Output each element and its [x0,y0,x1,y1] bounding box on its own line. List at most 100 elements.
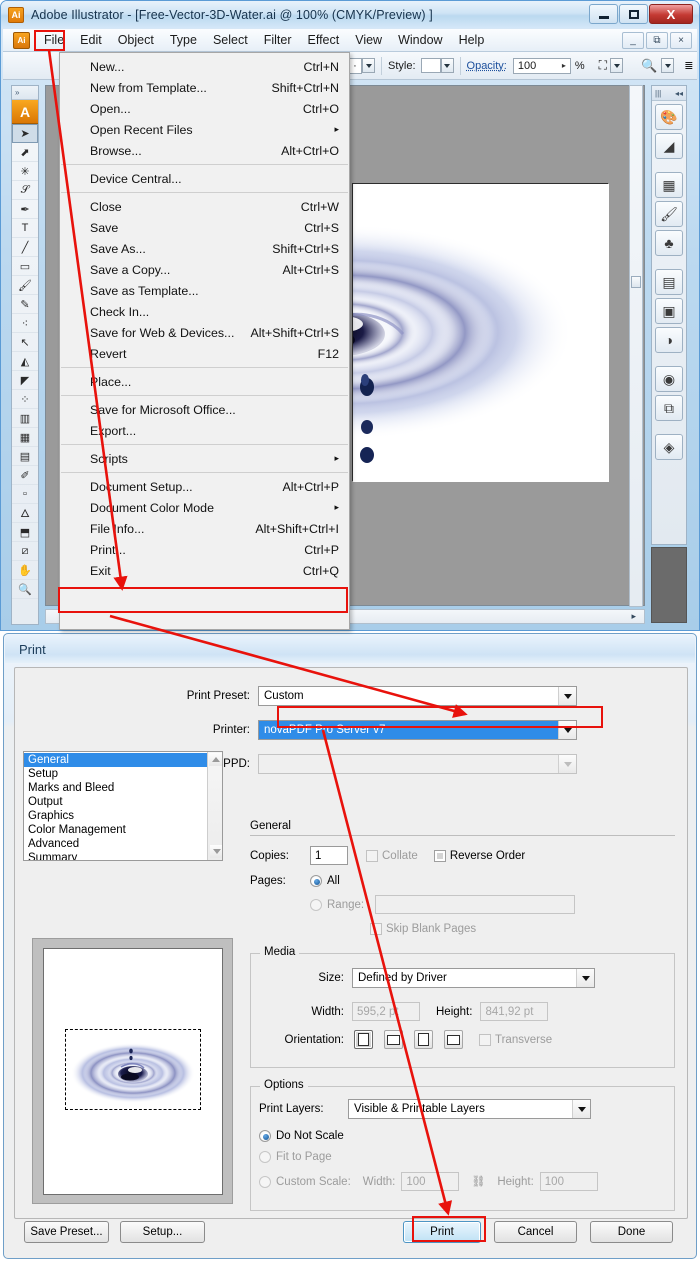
orientation-portrait-button[interactable] [354,1030,373,1049]
file-menu-item[interactable]: Save Ctrl+S [60,217,349,238]
menu-object[interactable]: Object [110,31,162,49]
media-width-input[interactable]: 595,2 pt [352,1002,420,1021]
print-category-item[interactable]: Setup [24,767,222,781]
print-category-item[interactable]: Advanced [24,837,222,851]
printer-combo[interactable]: novaPDF Pro Server v7 [258,720,577,740]
file-menu-item[interactable]: File Info... Alt+Shift+Ctrl+I [60,518,349,539]
print-layers-combo[interactable]: Visible & Printable Layers [348,1099,591,1119]
tool-magic-wand[interactable]: ✳ [12,162,38,181]
canvas-vertical-scrollbar[interactable] [629,85,643,607]
file-menu-item[interactable]: New... Ctrl+N [60,56,349,77]
panel-collapse-icon[interactable]: ◂◂ [675,89,683,98]
opacity-input[interactable]: 100 ▸ [512,57,571,74]
media-size-combo[interactable]: Defined by Driver [352,968,595,988]
doc-restore-button[interactable]: ⧉ [646,32,668,49]
tool-pencil[interactable]: ✎ [12,295,38,314]
tool-symbol-sprayer[interactable]: ⁘ [12,390,38,409]
orientation-landscape-button[interactable] [384,1030,403,1049]
collate-checkbox[interactable] [366,849,378,862]
print-preview[interactable] [32,938,233,1204]
scroll-right-arrow-icon[interactable]: ▸ [631,611,636,622]
tool-zoom[interactable]: 🔍 [12,580,38,599]
done-button[interactable]: Done [590,1221,673,1243]
appearance-panel-icon[interactable]: ◉ [655,366,683,392]
print-category-item[interactable]: Color Management [24,823,222,837]
file-menu-item[interactable]: Save As... Shift+Ctrl+S [60,238,349,259]
tool-rotate[interactable]: ↖ [12,333,38,352]
print-category-item[interactable]: Output [24,795,222,809]
tool-mesh[interactable]: ▦ [12,428,38,447]
file-menu-item[interactable]: Save as Template... [60,280,349,301]
print-category-list[interactable]: General Setup Marks and Bleed Output Graphic… [23,751,223,861]
bridge-dropdown[interactable] [661,58,675,73]
tool-gradient[interactable]: ▤ [12,447,38,466]
tool-eyedropper[interactable]: ✐ [12,466,38,485]
menu-effect[interactable]: Effect [299,31,347,49]
file-menu-item[interactable]: New from Template... Shift+Ctrl+N [60,77,349,98]
file-menu-item[interactable]: Revert F12 [60,343,349,364]
tool-column-graph[interactable]: ▥ [12,409,38,428]
file-menu-item[interactable]: Open... Ctrl+O [60,98,349,119]
fit-to-page-radio[interactable] [259,1151,271,1163]
tool-artboard[interactable]: ⬒ [12,523,38,542]
tool-line-segment[interactable]: ╱ [12,238,38,257]
file-menu-item[interactable]: Print... Ctrl+P [60,539,349,560]
swatches-panel-icon[interactable]: ▦ [655,172,683,198]
color-panel-icon[interactable]: 🎨 [655,104,683,130]
tool-hand[interactable]: ✋ [12,561,38,580]
custom-scale-radio[interactable] [259,1175,271,1188]
minimize-button[interactable] [589,4,618,24]
bridge-icon[interactable]: 🔍 [641,58,657,74]
menu-view[interactable]: View [347,31,390,49]
scroll-up-arrow-icon[interactable] [209,753,222,766]
stroke-dropdown[interactable] [362,58,375,73]
tool-rectangle[interactable]: ▭ [12,257,38,276]
file-menu-item[interactable]: Open Recent Files ▸ [60,119,349,140]
close-button[interactable]: X [649,4,693,24]
gradient2-panel-icon[interactable]: ▣ [655,298,683,324]
selection-dropdown[interactable] [610,58,624,73]
file-menu-item[interactable]: Check In... [60,301,349,322]
reverse-order-checkbox[interactable] [433,849,446,862]
transverse-checkbox[interactable] [479,1033,491,1046]
custom-scale-height-input[interactable]: 100 [539,1172,598,1191]
link-chain-icon[interactable]: ⛓ [471,1175,485,1188]
print-button[interactable]: Print [403,1221,481,1243]
tool-direct-selection[interactable]: ⬈ [12,143,38,162]
layers-panel-icon[interactable]: ◈ [655,434,683,460]
ppd-combo[interactable] [258,754,577,774]
skip-blank-pages-checkbox[interactable] [370,923,382,935]
file-menu-item[interactable]: Browse... Alt+Ctrl+O [60,140,349,161]
print-category-item[interactable]: Graphics [24,809,222,823]
print-category-item[interactable]: Marks and Bleed [24,781,222,795]
tool-selection[interactable]: ➤ [12,124,38,143]
vertical-scroll-thumb[interactable] [631,276,641,288]
file-menu-item[interactable]: Device Central... [60,168,349,189]
file-menu-item[interactable]: Exit Ctrl+Q [60,560,349,581]
tool-blob-brush[interactable]: ⁖ [12,314,38,333]
orientation-portrait-rotated-button[interactable] [414,1030,433,1049]
maximize-button[interactable] [619,4,648,24]
category-list-scrollbar[interactable] [207,752,222,860]
pages-range-input[interactable] [375,895,575,914]
file-menu-item[interactable]: Scripts ▸ [60,448,349,469]
doc-minimize-button[interactable]: _ [622,32,644,49]
print-preset-combo[interactable]: Custom [258,686,577,706]
do-not-scale-radio[interactable] [259,1130,271,1142]
chevron-down-icon[interactable] [558,687,576,705]
stroke-weight-field[interactable]: · [348,57,362,74]
menu-window[interactable]: Window [390,31,450,49]
media-height-input[interactable]: 841,92 pt [480,1002,549,1021]
file-menu-item[interactable]: Save for Web & Devices... Alt+Shift+Ctrl+… [60,322,349,343]
print-category-item[interactable]: General [24,753,222,767]
gradient-panel-icon[interactable]: ◢ [655,133,683,159]
doc-close-button[interactable]: × [670,32,692,49]
tool-pen[interactable]: ✒ [12,200,38,219]
tool-live-paint-bucket[interactable]: 🜂 [12,504,38,523]
file-menu-item[interactable]: Export... [60,420,349,441]
file-menu-item[interactable]: Save for Microsoft Office... [60,399,349,420]
tool-slice[interactable]: ⧄ [12,542,38,561]
pages-all-radio[interactable] [310,875,322,887]
tool-lasso[interactable]: 𝒮 [12,181,38,200]
pages-range-radio[interactable] [310,898,322,911]
